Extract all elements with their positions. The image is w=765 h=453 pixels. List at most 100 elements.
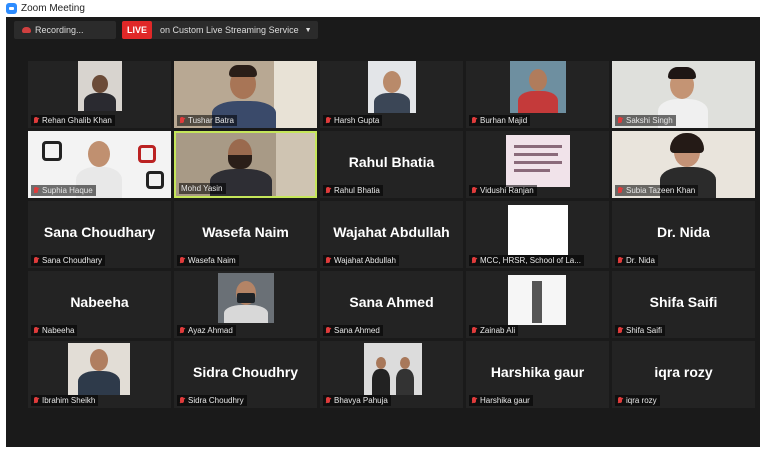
participant-display-name: Sidra Choudhry: [192, 364, 298, 380]
meeting-window: Recording... LIVE on Custom Live Streami…: [6, 17, 760, 447]
participant-tile[interactable]: Sakshi Singh: [612, 61, 755, 128]
participant-tile[interactable]: Vidushi Ranjan: [466, 131, 609, 198]
mic-muted-icon: [325, 256, 331, 265]
mic-muted-icon: [325, 186, 331, 195]
participant-display-name: Harshika gaur: [490, 364, 585, 380]
participant-display-name: Sana Ahmed: [349, 294, 434, 310]
mic-muted-icon: [471, 256, 477, 265]
participant-video: [508, 205, 568, 255]
participant-name-label: Harsh Gupta: [323, 115, 383, 126]
chevron-down-icon[interactable]: ▼: [305, 27, 318, 34]
participant-name-label: Tushar Batra: [177, 115, 237, 126]
participant-tile[interactable]: Wajahat Abdullah Wajahat Abdullah: [320, 201, 463, 268]
mic-muted-icon: [617, 396, 623, 405]
participant-name-label: Shifa Saifi: [615, 325, 666, 336]
participant-tile[interactable]: Nabeeha Nabeeha: [28, 271, 171, 338]
mic-muted-icon: [471, 326, 477, 335]
participant-name-label: Nabeeha: [31, 325, 78, 336]
participant-tile[interactable]: Harshika gaur Harshika gaur: [466, 341, 609, 408]
participant-tile[interactable]: Harsh Gupta: [320, 61, 463, 128]
participant-name-label: Burhan Majid: [469, 115, 531, 126]
mic-muted-icon: [617, 116, 623, 125]
participant-name-label: Subia Tazeen Khan: [615, 185, 699, 196]
participant-video: [506, 135, 570, 187]
mic-muted-icon: [179, 256, 185, 265]
participant-video: [78, 61, 122, 111]
live-badge: LIVE: [122, 21, 153, 39]
mic-muted-icon: [471, 186, 477, 195]
recording-label: Recording...: [35, 25, 84, 35]
gallery-grid: Rehan Ghalib Khan Tushar Batra Harsh Gup…: [28, 61, 764, 426]
participant-name-label: Sakshi Singh: [615, 115, 676, 126]
mic-muted-icon: [325, 116, 331, 125]
participant-tile-active-speaker[interactable]: Mohd Yasin: [174, 131, 317, 198]
mic-muted-icon: [33, 186, 39, 195]
participant-tile[interactable]: Subia Tazeen Khan: [612, 131, 755, 198]
participant-name-label: Wajahat Abdullah: [323, 255, 399, 266]
participant-video: [510, 61, 566, 113]
window-title: Zoom Meeting: [21, 3, 85, 14]
participant-tile[interactable]: Rehan Ghalib Khan: [28, 61, 171, 128]
participant-name-label: Rahul Bhatia: [323, 185, 383, 196]
participant-name-label: Bhavya Pahuja: [323, 395, 391, 406]
participant-name-label: Zainab Ali: [469, 325, 519, 336]
zoom-logo-icon: [6, 3, 17, 14]
participant-video: [364, 343, 422, 395]
participant-tile[interactable]: Sidra Choudhry Sidra Choudhry: [174, 341, 317, 408]
participant-display-name: Shifa Saifi: [649, 294, 718, 310]
participant-name-label: Vidushi Ranjan: [469, 185, 537, 196]
participant-tile[interactable]: Burhan Majid: [466, 61, 609, 128]
mic-muted-icon: [179, 116, 185, 125]
mic-muted-icon: [617, 326, 623, 335]
participant-display-name: Wasefa Naim: [202, 224, 289, 240]
participant-video: [368, 61, 416, 113]
mic-muted-icon: [179, 396, 185, 405]
participant-tile[interactable]: Tushar Batra: [174, 61, 317, 128]
mic-muted-icon: [471, 396, 477, 405]
mic-muted-icon: [617, 186, 623, 195]
mic-muted-icon: [617, 256, 623, 265]
participant-video: [218, 273, 274, 323]
participant-tile[interactable]: Shifa Saifi Shifa Saifi: [612, 271, 755, 338]
recording-indicator[interactable]: Recording...: [14, 21, 116, 39]
mic-muted-icon: [33, 116, 39, 125]
mic-muted-icon: [179, 326, 185, 335]
participant-tile[interactable]: iqra rozy iqra rozy: [612, 341, 755, 408]
participant-tile[interactable]: Sana Ahmed Sana Ahmed: [320, 271, 463, 338]
participant-name-label: Ayaz Ahmad: [177, 325, 236, 336]
participant-tile[interactable]: Ayaz Ahmad: [174, 271, 317, 338]
mic-muted-icon: [33, 326, 39, 335]
participant-tile[interactable]: Ibrahim Sheikh: [28, 341, 171, 408]
participant-tile[interactable]: Dr. Nida Dr. Nida: [612, 201, 755, 268]
mic-muted-icon: [325, 326, 331, 335]
mic-muted-icon: [33, 396, 39, 405]
participant-display-name: iqra rozy: [654, 364, 713, 380]
participant-display-name: Wajahat Abdullah: [333, 224, 450, 240]
live-stream-menu[interactable]: LIVE on Custom Live Streaming Service ▼: [122, 21, 318, 39]
mic-muted-icon: [33, 256, 39, 265]
participant-tile[interactable]: Suphia Haque: [28, 131, 171, 198]
participant-name-label: Wasefa Naim: [177, 255, 239, 266]
participant-tile[interactable]: Wasefa Naim Wasefa Naim: [174, 201, 317, 268]
participant-tile[interactable]: MCC, HRSR, School of La...: [466, 201, 609, 268]
participant-tile[interactable]: Sana Choudhary Sana Choudhary: [28, 201, 171, 268]
participant-name-label: Sana Choudhary: [31, 255, 106, 266]
participant-name-label: Sana Ahmed: [323, 325, 383, 336]
participant-name-label: Harshika gaur: [469, 395, 533, 406]
participant-video: [68, 343, 130, 395]
participant-tile[interactable]: Bhavya Pahuja: [320, 341, 463, 408]
participant-name-label: Dr. Nida: [615, 255, 658, 266]
cloud-recording-icon: [22, 27, 31, 33]
live-service-label: on Custom Live Streaming Service: [160, 25, 299, 35]
participant-name-label: Ibrahim Sheikh: [31, 395, 99, 406]
participant-video: [508, 275, 566, 325]
participant-name-label: Mohd Yasin: [179, 183, 226, 194]
participant-display-name: Rahul Bhatia: [348, 154, 435, 170]
participant-tile[interactable]: Rahul Bhatia Rahul Bhatia: [320, 131, 463, 198]
mic-muted-icon: [325, 396, 331, 405]
participant-display-name: Dr. Nida: [657, 224, 710, 240]
participant-display-name: Sana Choudhary: [43, 224, 156, 240]
participant-display-name: Nabeeha: [70, 294, 129, 310]
participant-name-label: Rehan Ghalib Khan: [31, 115, 115, 126]
participant-tile[interactable]: Zainab Ali: [466, 271, 609, 338]
